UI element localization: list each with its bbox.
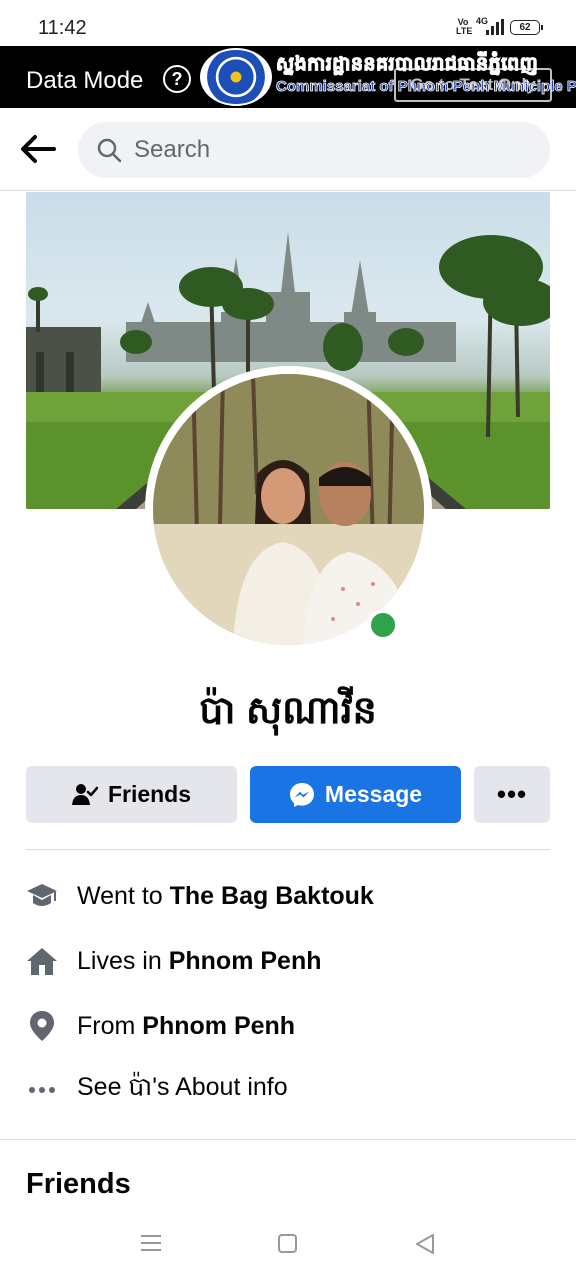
more-options-button[interactable]: ••• — [474, 766, 550, 823]
search-input[interactable] — [134, 136, 514, 164]
messenger-icon — [289, 782, 314, 807]
status-icons: Vo LTE 4G 62 — [456, 16, 543, 36]
more-icon: ••• — [496, 779, 528, 809]
education-value[interactable]: The Bag Baktouk — [170, 882, 374, 910]
see-about-info-label: See ប៉ា's About info — [77, 1073, 288, 1101]
home-button-icon[interactable] — [278, 1234, 297, 1253]
section-divider — [0, 1139, 576, 1140]
network-type: 4G — [476, 16, 489, 26]
volte-icon: Vo LTE — [456, 17, 473, 36]
current-city-text: Lives in Phnom Penh — [77, 947, 322, 976]
profile-photo — [153, 374, 424, 645]
friends-button-label: Friends — [107, 781, 192, 807]
friends-button[interactable]: Friends — [26, 766, 237, 823]
hometown-prefix: From — [77, 1011, 143, 1040]
police-watermark-english: Commissariat of Phnom Penh Municiple Pol… — [276, 78, 576, 96]
battery-icon: 62 — [510, 19, 543, 35]
data-mode-label[interactable]: Data Mode — [26, 67, 143, 95]
help-icon[interactable]: ? — [163, 65, 191, 93]
system-back-icon[interactable] — [414, 1233, 436, 1255]
education-text: Went to The Bag Baktouk — [77, 882, 374, 911]
education-prefix: Went to — [77, 881, 170, 910]
graduation-cap-icon — [26, 880, 58, 912]
status-time: 11:42 — [38, 17, 87, 39]
education-row[interactable]: Went to The Bag Baktouk — [26, 876, 556, 916]
divider — [26, 849, 550, 850]
signal-icon: 4G — [476, 16, 504, 35]
profile-name: ប៉ា សុណាវីន — [199, 690, 377, 732]
police-logo-watermark — [200, 48, 272, 106]
recent-apps-icon[interactable] — [140, 1234, 162, 1252]
message-button-label: Message — [324, 781, 423, 807]
top-app-bar — [0, 108, 576, 191]
police-watermark-khmer: ស្នងការដ្ឋាននគរបាលរាជធានីភ្នំពេញ — [275, 54, 539, 76]
friends-check-icon — [71, 783, 98, 805]
current-city-value[interactable]: Phnom Penh — [169, 947, 322, 975]
current-city-prefix: Lives in — [77, 946, 169, 975]
see-about-info-row[interactable]: See ប៉ា's About info — [26, 1070, 556, 1110]
message-button[interactable]: Message — [250, 766, 461, 823]
system-navigation-bar — [0, 1206, 576, 1280]
data-mode-banner: Data Mode ? Go to Text Only ស្នងការដ្ឋាន… — [0, 46, 576, 108]
ellipsis-icon — [26, 1074, 58, 1106]
status-bar: 11:42 Vo LTE 4G 62 — [0, 0, 576, 46]
hometown-text: From Phnom Penh — [77, 1012, 295, 1041]
current-city-row[interactable]: Lives in Phnom Penh — [26, 941, 556, 981]
location-pin-icon — [26, 1010, 58, 1042]
online-status-indicator — [367, 609, 399, 641]
hometown-value[interactable]: Phnom Penh — [142, 1012, 295, 1040]
home-icon — [26, 945, 58, 977]
friends-section-heading: Friends — [26, 1168, 131, 1200]
search-icon — [97, 138, 122, 163]
back-arrow-icon[interactable] — [18, 132, 58, 166]
search-bar[interactable] — [78, 122, 550, 178]
hometown-row[interactable]: From Phnom Penh — [26, 1006, 556, 1046]
